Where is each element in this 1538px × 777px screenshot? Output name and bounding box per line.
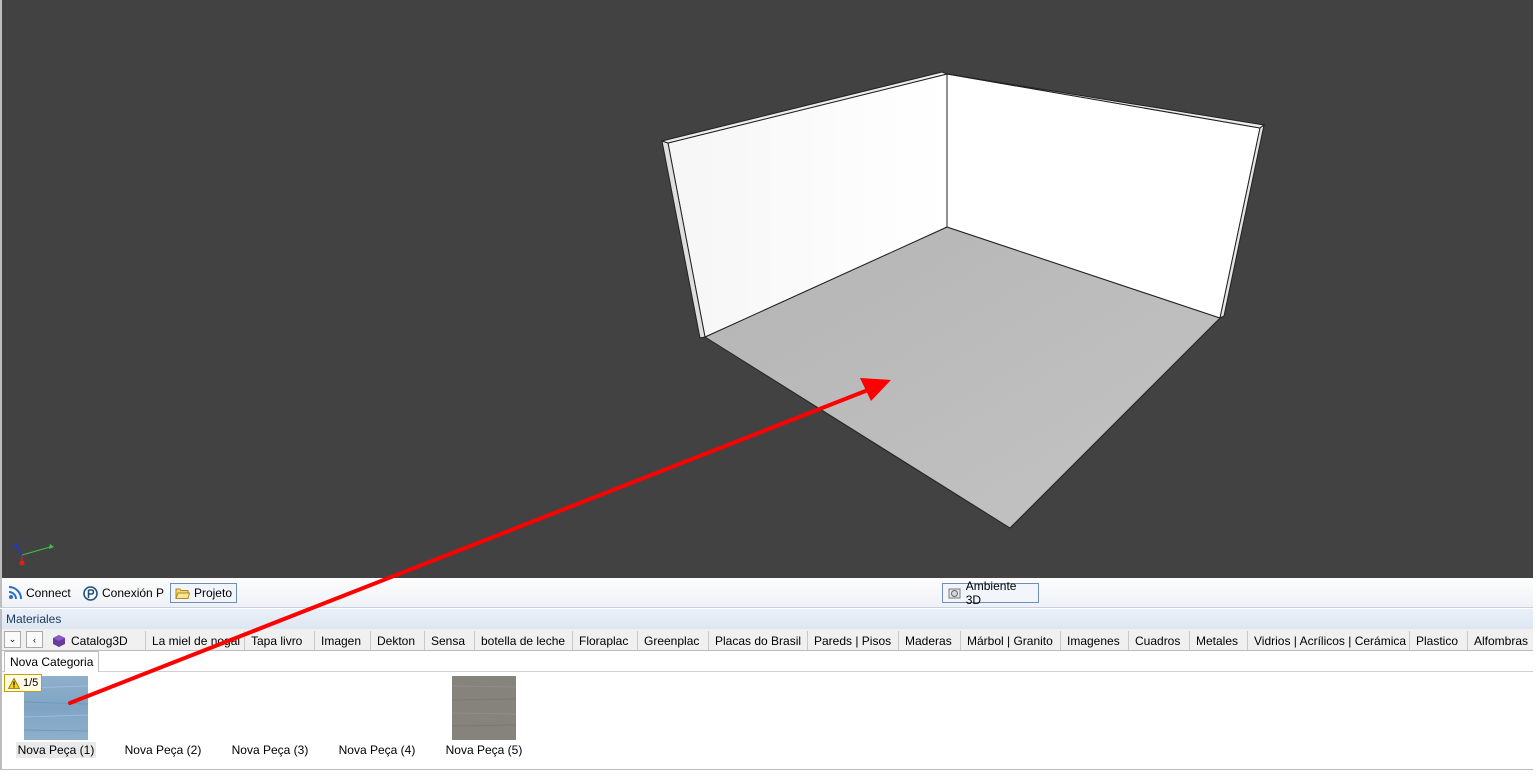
tab-vidrios-acrilicos-ceramica[interactable]: Vidrios | Acrílicos | Cerámica (1248, 631, 1410, 650)
ambiente-3d-button[interactable]: Ambiente 3D (942, 579, 1039, 607)
tab-la-miel-de-nogal[interactable]: La miel de nogal (146, 631, 245, 650)
item-label: Nova Peça (1) (15, 742, 97, 758)
projeto-label: Projeto (193, 586, 232, 600)
tab-maderas[interactable]: Maderas (899, 631, 961, 650)
tab-catalog3d[interactable]: Catalog3D (46, 631, 146, 650)
tab-placas-do-brasil[interactable]: Placas do Brasil (709, 631, 808, 650)
axis-gizmo-icon (13, 543, 54, 566)
tab-floraplac[interactable]: Floraplac (573, 631, 638, 650)
rss-icon (8, 586, 22, 600)
chevron-left-icon[interactable]: ‹ (26, 631, 43, 648)
ambiente-icon (948, 588, 961, 598)
conexion-button[interactable]: Conexión P (79, 583, 168, 603)
tab-imagen[interactable]: Imagen (315, 631, 371, 650)
tab-botella-de-leche[interactable]: botella de leche (475, 631, 573, 650)
tab-greenplac[interactable]: Greenplac (638, 631, 709, 650)
item-label: Nova Peça (3) (231, 743, 309, 757)
tab-cuadros[interactable]: Cuadros (1129, 631, 1190, 650)
cube-icon (53, 635, 65, 647)
material-item[interactable]: Nova Peça (2) (113, 672, 213, 762)
tab-metales[interactable]: Metales (1190, 631, 1248, 650)
material-item[interactable]: Nova Peça (4) (327, 672, 427, 762)
tab-pareds-pisos[interactable]: Pareds | Pisos (808, 631, 899, 650)
materials-panel-title: Materiales (0, 609, 1533, 629)
tab-tapa-livro[interactable]: Tapa livro (245, 631, 315, 650)
category-tabs: ⌄ ‹ Catalog3D La miel de nogal Tapa livr… (0, 629, 1533, 651)
tab-marbol-granito[interactable]: Márbol | Granito (961, 631, 1061, 650)
conexion-icon (83, 585, 98, 601)
connect-label: Connect (26, 586, 71, 600)
bottom-toolbar: Connect Conexión P Projeto Ambiente 3D (0, 578, 1533, 608)
item-label: Nova Peça (5) (445, 743, 523, 757)
material-item[interactable]: Nova Peça (5) (434, 672, 534, 762)
item-label: Nova Peça (2) (124, 743, 202, 757)
folder-icon (175, 588, 190, 599)
tab-sensa[interactable]: Sensa (425, 631, 475, 650)
subcategory-bar: Nova Categoria (0, 651, 1533, 672)
material-thumbnail (452, 676, 516, 740)
tab-alfombras[interactable]: Alfombras (1468, 631, 1533, 650)
conexion-label: Conexión P (102, 586, 165, 600)
status-badge: 1/5 (4, 674, 43, 692)
scene-room-model (660, 71, 1266, 529)
viewport-3d[interactable] (0, 0, 1533, 578)
tab-imagenes[interactable]: Imagenes (1061, 631, 1129, 650)
badge-count: 1/5 (23, 677, 39, 689)
item-label: Nova Peça (4) (338, 743, 416, 757)
warning-icon (8, 677, 20, 689)
tab-dekton[interactable]: Dekton (371, 631, 425, 650)
chevron-down-icon[interactable]: ⌄ (4, 631, 21, 648)
ambiente-label: Ambiente 3D (965, 579, 1017, 607)
tab-plastico[interactable]: Plastico (1410, 631, 1468, 650)
tab-nova-categoria[interactable]: Nova Categoria (4, 651, 100, 672)
material-item[interactable]: Nova Peça (3) (220, 672, 320, 762)
connect-button[interactable]: Connect (4, 583, 75, 603)
projeto-button[interactable]: Projeto (170, 583, 237, 603)
material-items-grid: 1/5 Nova Peça (1) Nova Peça (2) Nova Peç… (0, 672, 1533, 770)
